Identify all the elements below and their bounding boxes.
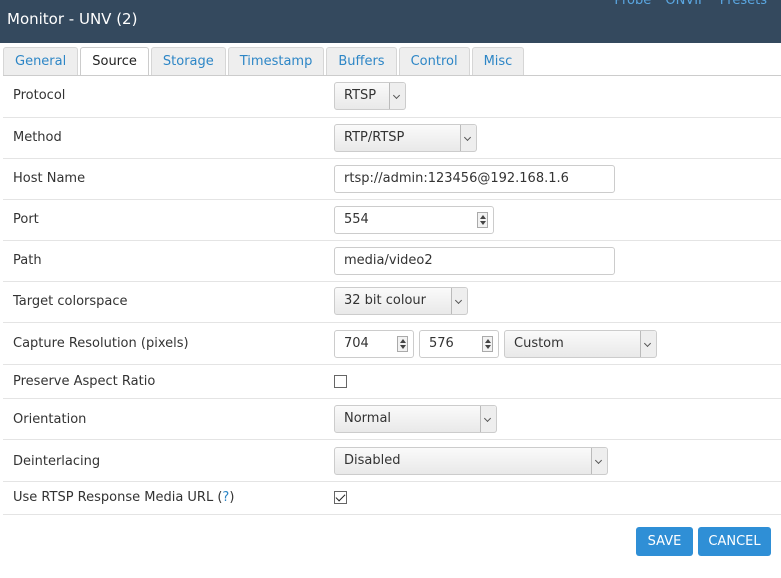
deinterlacing-value: Disabled bbox=[344, 453, 401, 468]
protocol-value: RTSP bbox=[344, 88, 377, 103]
chevron-down-icon bbox=[640, 331, 656, 357]
tab-timestamp[interactable]: Timestamp bbox=[227, 47, 325, 75]
use-rtsp-response-media-url-label-end: ) bbox=[229, 490, 235, 505]
orientation-value: Normal bbox=[344, 411, 392, 426]
chevron-down-icon bbox=[451, 288, 467, 314]
row-use-rtsp-response-media-url: Use RTSP Response Media URL (?) bbox=[3, 482, 781, 515]
path-label: Path bbox=[13, 253, 42, 268]
preserve-aspect-ratio-checkbox[interactable] bbox=[334, 375, 347, 388]
deinterlacing-label: Deinterlacing bbox=[13, 454, 101, 469]
target-colorspace-label: Target colorspace bbox=[13, 294, 128, 309]
save-button[interactable]: SAVE bbox=[636, 527, 693, 556]
use-rtsp-response-media-url-checkbox[interactable] bbox=[334, 491, 347, 504]
tab-control[interactable]: Control bbox=[398, 47, 470, 75]
capture-width-input[interactable]: 704 bbox=[334, 330, 414, 358]
port-label: Port bbox=[13, 212, 39, 227]
port-value: 554 bbox=[344, 212, 369, 227]
row-deinterlacing: Deinterlacing Disabled bbox=[3, 440, 781, 482]
use-rtsp-response-media-url-label-text: Use RTSP Response Media URL ( bbox=[13, 490, 223, 505]
row-path: Path media/video2 bbox=[3, 241, 781, 282]
capture-resolution-preset-value: Custom bbox=[514, 336, 564, 351]
row-protocol: Protocol RTSP bbox=[3, 76, 781, 118]
protocol-label: Protocol bbox=[13, 88, 66, 103]
chevron-down-icon bbox=[480, 406, 496, 432]
tab-storage[interactable]: Storage bbox=[150, 47, 226, 75]
presets-link[interactable]: Presets bbox=[720, 0, 767, 8]
capture-height-value: 576 bbox=[429, 336, 454, 351]
host-name-value: rtsp://admin:123456@192.168.1.6 bbox=[344, 171, 569, 186]
row-port: Port 554 bbox=[3, 200, 781, 241]
protocol-select[interactable]: RTSP bbox=[334, 82, 406, 110]
method-value: RTP/RTSP bbox=[344, 130, 405, 145]
row-capture-resolution: Capture Resolution (pixels) 704 576 Cust… bbox=[3, 323, 781, 365]
row-preserve-aspect-ratio: Preserve Aspect Ratio bbox=[3, 365, 781, 399]
row-method: Method RTP/RTSP bbox=[3, 118, 781, 159]
probe-link[interactable]: Probe bbox=[614, 0, 651, 8]
use-rtsp-response-media-url-label: Use RTSP Response Media URL (?) bbox=[13, 490, 234, 505]
tab-source[interactable]: Source bbox=[80, 47, 149, 76]
host-name-label: Host Name bbox=[13, 171, 86, 186]
stepper-icon[interactable] bbox=[397, 336, 408, 352]
method-label: Method bbox=[13, 130, 62, 145]
port-input[interactable]: 554 bbox=[334, 206, 494, 234]
dialog-title: Monitor - UNV (2) bbox=[7, 10, 138, 28]
host-name-input[interactable]: rtsp://admin:123456@192.168.1.6 bbox=[334, 165, 615, 193]
dialog-header: Monitor - UNV (2) Probe ONVIF Presets bbox=[0, 0, 781, 43]
row-host-name: Host Name rtsp://admin:123456@192.168.1.… bbox=[3, 159, 781, 200]
tab-misc[interactable]: Misc bbox=[471, 47, 525, 75]
chevron-down-icon bbox=[591, 448, 607, 474]
row-target-colorspace: Target colorspace 32 bit colour bbox=[3, 282, 781, 323]
method-select[interactable]: RTP/RTSP bbox=[334, 124, 477, 152]
stepper-icon[interactable] bbox=[477, 212, 488, 228]
tab-general[interactable]: General bbox=[3, 47, 79, 75]
path-input[interactable]: media/video2 bbox=[334, 247, 615, 275]
chevron-down-icon bbox=[460, 125, 476, 151]
orientation-label: Orientation bbox=[13, 412, 87, 427]
tab-buffers[interactable]: Buffers bbox=[326, 47, 397, 75]
capture-height-input[interactable]: 576 bbox=[419, 330, 499, 358]
tab-bar: General Source Storage Timestamp Buffers… bbox=[3, 47, 526, 76]
stepper-icon[interactable] bbox=[482, 336, 493, 352]
header-links: Probe ONVIF Presets bbox=[604, 0, 767, 8]
chevron-down-icon bbox=[389, 83, 405, 109]
cancel-button[interactable]: CANCEL bbox=[698, 527, 771, 556]
row-orientation: Orientation Normal bbox=[3, 399, 781, 440]
preserve-aspect-ratio-label: Preserve Aspect Ratio bbox=[13, 374, 156, 389]
orientation-select[interactable]: Normal bbox=[334, 405, 497, 433]
target-colorspace-select[interactable]: 32 bit colour bbox=[334, 287, 468, 315]
target-colorspace-value: 32 bit colour bbox=[344, 293, 427, 308]
onvif-link[interactable]: ONVIF bbox=[665, 0, 705, 8]
capture-resolution-label: Capture Resolution (pixels) bbox=[13, 336, 189, 351]
path-value: media/video2 bbox=[344, 253, 433, 268]
capture-width-value: 704 bbox=[344, 336, 369, 351]
deinterlacing-select[interactable]: Disabled bbox=[334, 447, 608, 475]
capture-resolution-preset-select[interactable]: Custom bbox=[504, 330, 657, 358]
